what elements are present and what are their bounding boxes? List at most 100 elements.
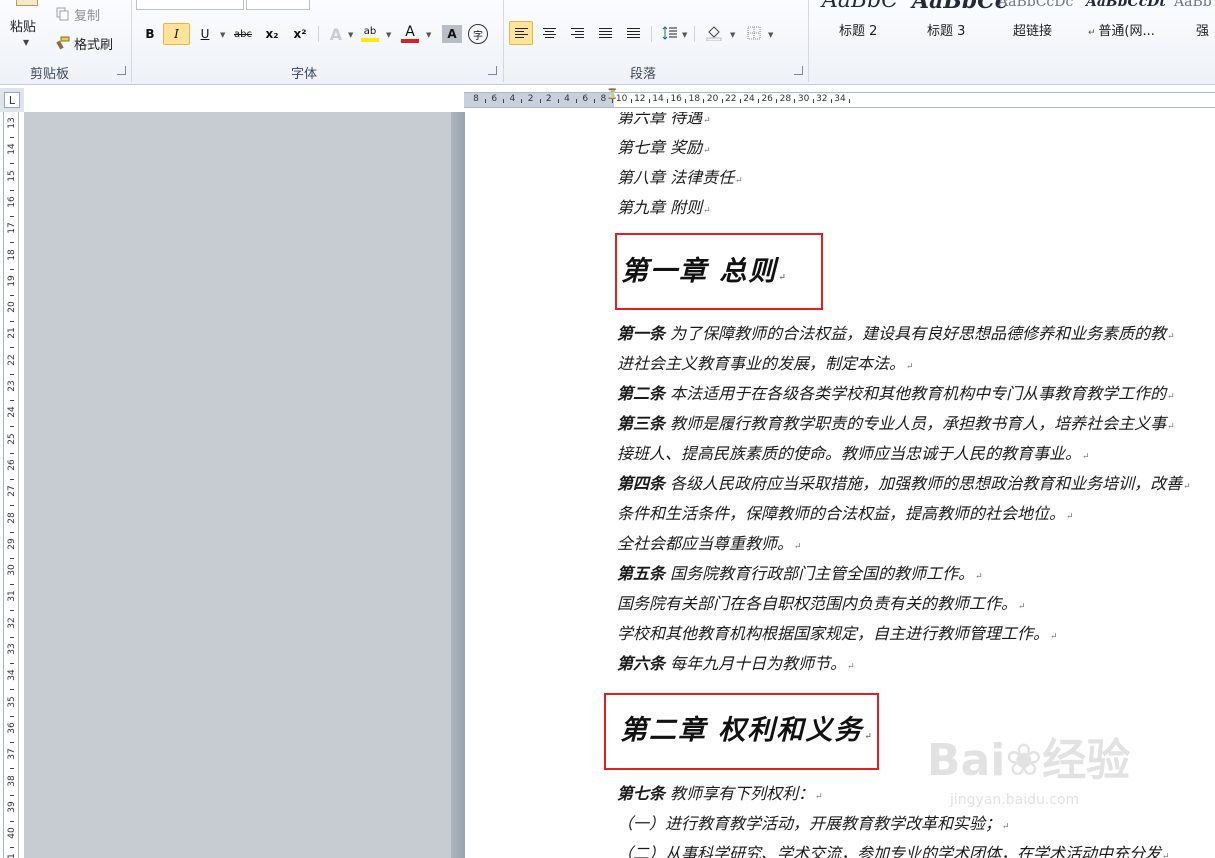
- font-color-button[interactable]: A: [400, 23, 420, 45]
- align-center-button[interactable]: [537, 21, 561, 45]
- ruler-minor-tick: [594, 99, 596, 103]
- ribbon: 粘贴 ▼ 复制 格式刷 剪贴板 ⌟ B I U ▼ abc x₂ x² A ▼ …: [0, 0, 1215, 85]
- paragraph-mark-icon: ↵: [703, 206, 711, 216]
- justify-button[interactable]: [593, 21, 617, 45]
- style-sample-normal-web[interactable]: AaBbCcDt: [1086, 0, 1166, 10]
- paragraph-text: 条件和生活条件，保障教师的合法权益，提高教师的社会地位。: [617, 504, 1066, 523]
- align-left-button[interactable]: [509, 21, 533, 45]
- paragraph-line: 条件和生活条件，保障教师的合法权益，提高教师的社会地位。↵: [617, 500, 1074, 524]
- ruler-tick-label: 24: [743, 94, 755, 104]
- ruler-minor-tick: [685, 99, 687, 103]
- page-shadow: [451, 112, 465, 858]
- ruler-tick-label: 14: [7, 143, 17, 156]
- font-family-select[interactable]: [136, 0, 244, 10]
- paragraph-text: （二）从事科学研究、学术交流，参加专业的学术团体，在学术活动中充分发: [617, 844, 1162, 858]
- ruler-tick-label: 4: [564, 94, 570, 104]
- subscript-button[interactable]: x₂: [262, 23, 282, 45]
- ruler-tick-label: 28: [7, 511, 17, 524]
- font-size-select[interactable]: [246, 0, 310, 10]
- ruler-minor-tick: [10, 347, 14, 349]
- justify-icon: [598, 27, 612, 39]
- style-name-emphasis[interactable]: 强: [1196, 20, 1209, 39]
- paragraph-text: 为了保障教师的合法权益，建设具有良好思想品德修养和业务素质的教: [665, 324, 1167, 343]
- ruler-tick-label: 34: [7, 669, 17, 682]
- clipboard-group-label: 剪贴板: [30, 67, 70, 82]
- ruler-minor-tick: [557, 99, 559, 103]
- tab-selector-button[interactable]: L: [4, 92, 20, 108]
- horizontal-ruler[interactable]: 8 6 4 2 2 4 6 8 10 12 14 16 18 20 22 24 26 28 30 32 34: [464, 92, 1215, 108]
- paint-bucket-icon: [706, 26, 722, 41]
- clipboard-dialog-launcher[interactable]: ⌟: [117, 66, 126, 75]
- ruler-tick-label: 41: [7, 852, 17, 858]
- font-color-dropdown-icon[interactable]: ▼: [426, 31, 431, 39]
- ruler-tick-label: 31: [7, 590, 17, 603]
- text-effects-dropdown-icon[interactable]: ▼: [348, 31, 353, 39]
- strikethrough-button[interactable]: abc: [233, 23, 253, 45]
- ruler-tick-label: 27: [7, 485, 17, 497]
- ruler-tick-label: 15: [7, 169, 17, 182]
- ruler-minor-tick: [703, 99, 705, 103]
- style-name-heading2[interactable]: 标题 2: [839, 20, 877, 39]
- ruler-minor-tick: [10, 294, 14, 296]
- ruler-minor-tick: [10, 636, 14, 638]
- align-right-button[interactable]: [565, 21, 589, 45]
- article-number: 第三条: [617, 414, 666, 433]
- paragraph-mark-icon: ↵: [1050, 632, 1058, 642]
- chapter1-title: 第一章 总则↵: [621, 249, 788, 288]
- paragraph-line: 第六条 每年九月十日为教师节。↵: [617, 650, 855, 674]
- style-name-normal-web[interactable]: ↵ 普通(网...: [1088, 20, 1155, 39]
- text-effects-button[interactable]: A: [326, 23, 346, 45]
- indent-marker-icon[interactable]: ⏳: [606, 89, 618, 100]
- style-name-heading3[interactable]: 标题 3: [927, 20, 965, 39]
- paste-button[interactable]: 粘贴 ▼: [6, 0, 48, 58]
- document-page[interactable]: 第六章 待遇↵ 第七章 奖励↵ 第八章 法律责任↵ 第九章 附则↵ 第一章 总则…: [465, 112, 1215, 858]
- line-spacing-dropdown-icon[interactable]: ▼: [682, 31, 687, 39]
- ruler-tick-label: 22: [725, 94, 737, 104]
- paragraph-mark-icon: ↵: [1167, 392, 1175, 402]
- chapter1-title-text: 第一章 总则: [621, 256, 778, 287]
- paragraph-line: 第三条 教师是履行教育教学职责的专业人员，承担教书育人，培养社会主义事↵: [617, 410, 1175, 434]
- ruler-tick-label: 20: [7, 301, 17, 313]
- paragraph-line: 第二条 本法适用于在各级各类学校和其他教育机构中专门从事教育教学工作的↵: [617, 380, 1175, 404]
- copy-button[interactable]: 复制: [56, 4, 100, 24]
- highlight-dropdown-icon[interactable]: ▼: [386, 31, 391, 39]
- style-sample-hyperlink[interactable]: AaBbCcDc: [998, 0, 1073, 10]
- vertical-ruler[interactable]: 13 14 15 16 17 18 19 20 21 22 23 24 25 26 27 28 29 30 31 32…: [3, 112, 19, 858]
- shading-button[interactable]: [702, 21, 726, 45]
- highlight-button[interactable]: ab: [360, 23, 380, 45]
- underline-button[interactable]: U: [195, 23, 215, 45]
- bold-button[interactable]: B: [140, 23, 160, 45]
- ruler-tick-label: 19: [7, 275, 17, 287]
- ruler-minor-tick: [812, 99, 814, 103]
- ruler-minor-tick: [10, 215, 14, 217]
- ruler-minor-tick: [10, 531, 14, 533]
- font-group-label: 字体: [291, 67, 318, 82]
- style-sample-heading2[interactable]: AaBbC: [822, 0, 898, 13]
- ruler-tick-label: 18: [7, 248, 17, 261]
- style-sample-emphasis[interactable]: AaBb: [1174, 0, 1212, 10]
- superscript-button[interactable]: x²: [290, 23, 310, 45]
- char-shading-button[interactable]: A: [442, 25, 462, 43]
- line-spacing-button[interactable]: [658, 21, 682, 45]
- enclose-chars-button[interactable]: 字: [468, 24, 488, 44]
- article-number: 第六条: [617, 654, 666, 673]
- paragraph-dialog-launcher[interactable]: ⌟: [794, 66, 803, 75]
- underline-dropdown-icon[interactable]: ▼: [220, 31, 225, 39]
- ruler-tick-label: 34: [834, 94, 846, 104]
- paragraph-mark-icon: ↵: [1167, 332, 1175, 342]
- paw-icon: ❀: [1005, 735, 1043, 786]
- format-painter-button[interactable]: 格式刷: [56, 33, 113, 53]
- font-dialog-launcher[interactable]: ⌟: [488, 66, 497, 75]
- borders-button[interactable]: [742, 21, 766, 45]
- chapter2-title: 第二章 权利和义务↵: [620, 708, 874, 747]
- style-sample-heading3[interactable]: AaBbCc: [912, 0, 1008, 14]
- ruler-tick-label: 36: [7, 722, 17, 734]
- paragraph-mark-icon: ↵: [1167, 422, 1175, 432]
- italic-button[interactable]: I: [163, 23, 190, 45]
- style-name-hyperlink[interactable]: 超链接: [1013, 20, 1052, 39]
- shading-dropdown-icon[interactable]: ▼: [730, 31, 735, 39]
- paragraph-line: 第一条 为了保障教师的合法权益，建设具有良好思想品德修养和业务素质的教↵: [617, 320, 1175, 344]
- ruler-minor-tick: [10, 584, 14, 586]
- distributed-button[interactable]: [621, 21, 645, 45]
- borders-dropdown-icon[interactable]: ▼: [768, 31, 773, 39]
